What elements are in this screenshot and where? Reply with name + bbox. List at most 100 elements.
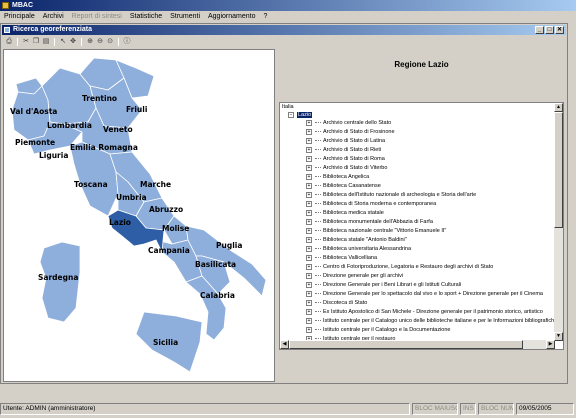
expand-icon[interactable]: + bbox=[306, 272, 312, 279]
institutions-tree[interactable]: Italia − Lazio + Archivio centrale dello S… bbox=[279, 102, 564, 350]
tree-item-label: Archivio di Stato di Roma bbox=[323, 156, 385, 162]
label-piemonte: Piemonte bbox=[15, 138, 56, 147]
menu-help[interactable]: ? bbox=[263, 13, 267, 20]
horizontal-scroll-thumb[interactable] bbox=[289, 340, 523, 349]
expand-icon[interactable]: + bbox=[306, 200, 312, 207]
toolbar-separator bbox=[54, 37, 55, 46]
zoom-in-icon[interactable]: ⊕ bbox=[86, 38, 94, 46]
expand-icon[interactable]: + bbox=[306, 245, 312, 252]
tree-connector bbox=[315, 230, 321, 232]
expand-icon[interactable]: + bbox=[306, 290, 312, 297]
scroll-right-icon[interactable]: ▶ bbox=[546, 340, 555, 349]
tree-item[interactable]: + Ex Istituto Apostolico di San Michele -… bbox=[306, 308, 543, 317]
expand-icon[interactable]: + bbox=[306, 128, 312, 135]
expand-icon[interactable]: + bbox=[306, 146, 312, 153]
expand-icon[interactable]: + bbox=[306, 164, 312, 171]
tree-connector bbox=[315, 284, 321, 286]
region-title: Regione Lazio bbox=[394, 60, 449, 69]
expand-icon[interactable]: + bbox=[306, 155, 312, 162]
scroll-left-icon[interactable]: ◀ bbox=[280, 340, 289, 349]
tree-item[interactable]: + Direzione generale per gli archivi bbox=[306, 272, 403, 281]
tree-item[interactable]: + Biblioteca dell'Istituto nazionale di a… bbox=[306, 191, 476, 200]
expand-icon[interactable]: + bbox=[306, 173, 312, 180]
tree-item[interactable]: + Biblioteca Vallicelliana bbox=[306, 254, 377, 263]
expand-icon[interactable]: + bbox=[306, 209, 312, 216]
menu-archivi[interactable]: Archivi bbox=[43, 13, 64, 20]
tree-item[interactable]: + Biblioteca statale "Antonio Baldini" bbox=[306, 236, 407, 245]
label-valdaosta: Val d'Aosta bbox=[10, 107, 58, 116]
expand-icon[interactable]: + bbox=[306, 317, 312, 324]
expand-icon[interactable]: + bbox=[306, 137, 312, 144]
tree-item-label: Discoteca di Stato bbox=[323, 300, 368, 306]
cut-icon[interactable]: ✂ bbox=[22, 38, 30, 46]
label-umbria: Umbria bbox=[116, 193, 147, 202]
minimize-button[interactable]: _ bbox=[535, 26, 544, 34]
expand-icon[interactable]: + bbox=[306, 218, 312, 225]
tree-item[interactable]: + Archivio di Stato di Roma bbox=[306, 155, 385, 164]
menu-statistiche[interactable]: Statistiche bbox=[130, 13, 162, 20]
toolbar-separator bbox=[81, 37, 82, 46]
scroll-down-icon[interactable]: ▼ bbox=[554, 332, 563, 341]
expand-icon[interactable]: + bbox=[306, 182, 312, 189]
tree-item-label: Direzione Generale per lo spettacolo dal… bbox=[323, 291, 543, 297]
expand-icon[interactable]: + bbox=[306, 299, 312, 306]
menu-principale[interactable]: Principale bbox=[4, 13, 35, 20]
tree-connector bbox=[315, 329, 321, 331]
label-toscana: Toscana bbox=[74, 180, 108, 189]
tree-item[interactable]: + Biblioteca di Storia moderna e contempo… bbox=[306, 200, 436, 209]
expand-icon[interactable]: + bbox=[306, 119, 312, 126]
pointer-icon[interactable]: ↖ bbox=[59, 38, 67, 46]
horizontal-scrollbar[interactable]: ◀ ▶ bbox=[280, 340, 555, 349]
tree-item[interactable]: + Biblioteca Angelica bbox=[306, 173, 369, 182]
tree-item[interactable]: + Direzione Generale per lo spettacolo da… bbox=[306, 290, 543, 299]
expand-icon[interactable]: + bbox=[306, 263, 312, 270]
tree-connector bbox=[315, 194, 321, 196]
tree-item[interactable]: + Istituto centrale per il Catalogo unico… bbox=[306, 317, 555, 326]
paste-icon[interactable]: ▤ bbox=[42, 38, 50, 46]
tree-item[interactable]: + Archivio di Stato di Latina bbox=[306, 137, 385, 146]
expand-icon[interactable]: + bbox=[306, 254, 312, 261]
tree-item[interactable]: + Archivio di Stato di Frosinone bbox=[306, 128, 395, 137]
expand-icon[interactable]: + bbox=[306, 191, 312, 198]
tree-item-label: Istituto centrale per il Catalogo e la D… bbox=[323, 327, 451, 333]
expand-icon[interactable]: + bbox=[306, 227, 312, 234]
copy-icon[interactable]: ❐ bbox=[32, 38, 40, 46]
zoom-extent-icon[interactable]: ⊙ bbox=[106, 38, 114, 46]
tree-connector bbox=[315, 122, 321, 124]
tree-item[interactable]: + Biblioteca Casanatense bbox=[306, 182, 381, 191]
expand-icon[interactable]: + bbox=[306, 281, 312, 288]
italy-map[interactable]: Val d'Aosta Trentino Friuli Lombardia Ve… bbox=[3, 49, 275, 382]
tree-item[interactable]: + Direzione Generale per i Beni Librari e… bbox=[306, 281, 461, 290]
tree-item[interactable]: + Archivio centrale dello Stato bbox=[306, 119, 391, 128]
tree-item[interactable]: + Archivio di Stato di Viterbo bbox=[306, 164, 387, 173]
maximize-button[interactable]: □ bbox=[545, 26, 554, 34]
zoom-out-icon[interactable]: ⊖ bbox=[96, 38, 104, 46]
menu-strumenti[interactable]: Strumenti bbox=[170, 13, 200, 20]
tree-item[interactable]: + Archivio di Stato di Rieti bbox=[306, 146, 381, 155]
info-icon[interactable]: ⓘ bbox=[123, 38, 131, 46]
tree-item-label: Istituto centrale per il Catalogo unico … bbox=[323, 318, 555, 324]
tree-item[interactable]: + Biblioteca medica statale bbox=[306, 209, 384, 218]
expand-icon[interactable]: + bbox=[306, 308, 312, 315]
pan-icon[interactable]: ✥ bbox=[69, 38, 77, 46]
expand-icon[interactable]: + bbox=[306, 236, 312, 243]
tree-item[interactable]: + Discoteca di Stato bbox=[306, 299, 367, 308]
status-date: 09/05/2005 bbox=[516, 403, 574, 415]
toolbar-separator bbox=[17, 37, 18, 46]
tree-connector bbox=[315, 266, 321, 268]
label-calabria: Calabria bbox=[200, 291, 235, 300]
tree-item[interactable]: + Biblioteca universitaria Alessandrina bbox=[306, 245, 411, 254]
tree-item-label: Direzione Generale per i Beni Librari e … bbox=[323, 282, 462, 288]
tree-item[interactable]: + Biblioteca nazionale centrale "Vittorio… bbox=[306, 227, 446, 236]
close-button[interactable]: ✕ bbox=[555, 26, 564, 34]
scroll-up-icon[interactable]: ▲ bbox=[554, 103, 563, 112]
print-icon[interactable]: ⎙ bbox=[5, 38, 13, 46]
tree-item[interactable]: + Biblioteca monumentale dell'Abbazia di … bbox=[306, 218, 433, 227]
vertical-scrollbar[interactable]: ▲ ▼ bbox=[554, 103, 563, 341]
collapse-icon[interactable]: − bbox=[288, 111, 294, 118]
menu-aggiornamento[interactable]: Aggiornamento bbox=[208, 13, 255, 20]
expand-icon[interactable]: + bbox=[306, 326, 312, 333]
tree-item[interactable]: + Centro di Fotoriproduzione, Legatoria e… bbox=[306, 263, 493, 272]
vertical-scroll-thumb[interactable] bbox=[554, 112, 563, 228]
tree-item[interactable]: + Istituto centrale per il Catalogo e la … bbox=[306, 326, 451, 335]
